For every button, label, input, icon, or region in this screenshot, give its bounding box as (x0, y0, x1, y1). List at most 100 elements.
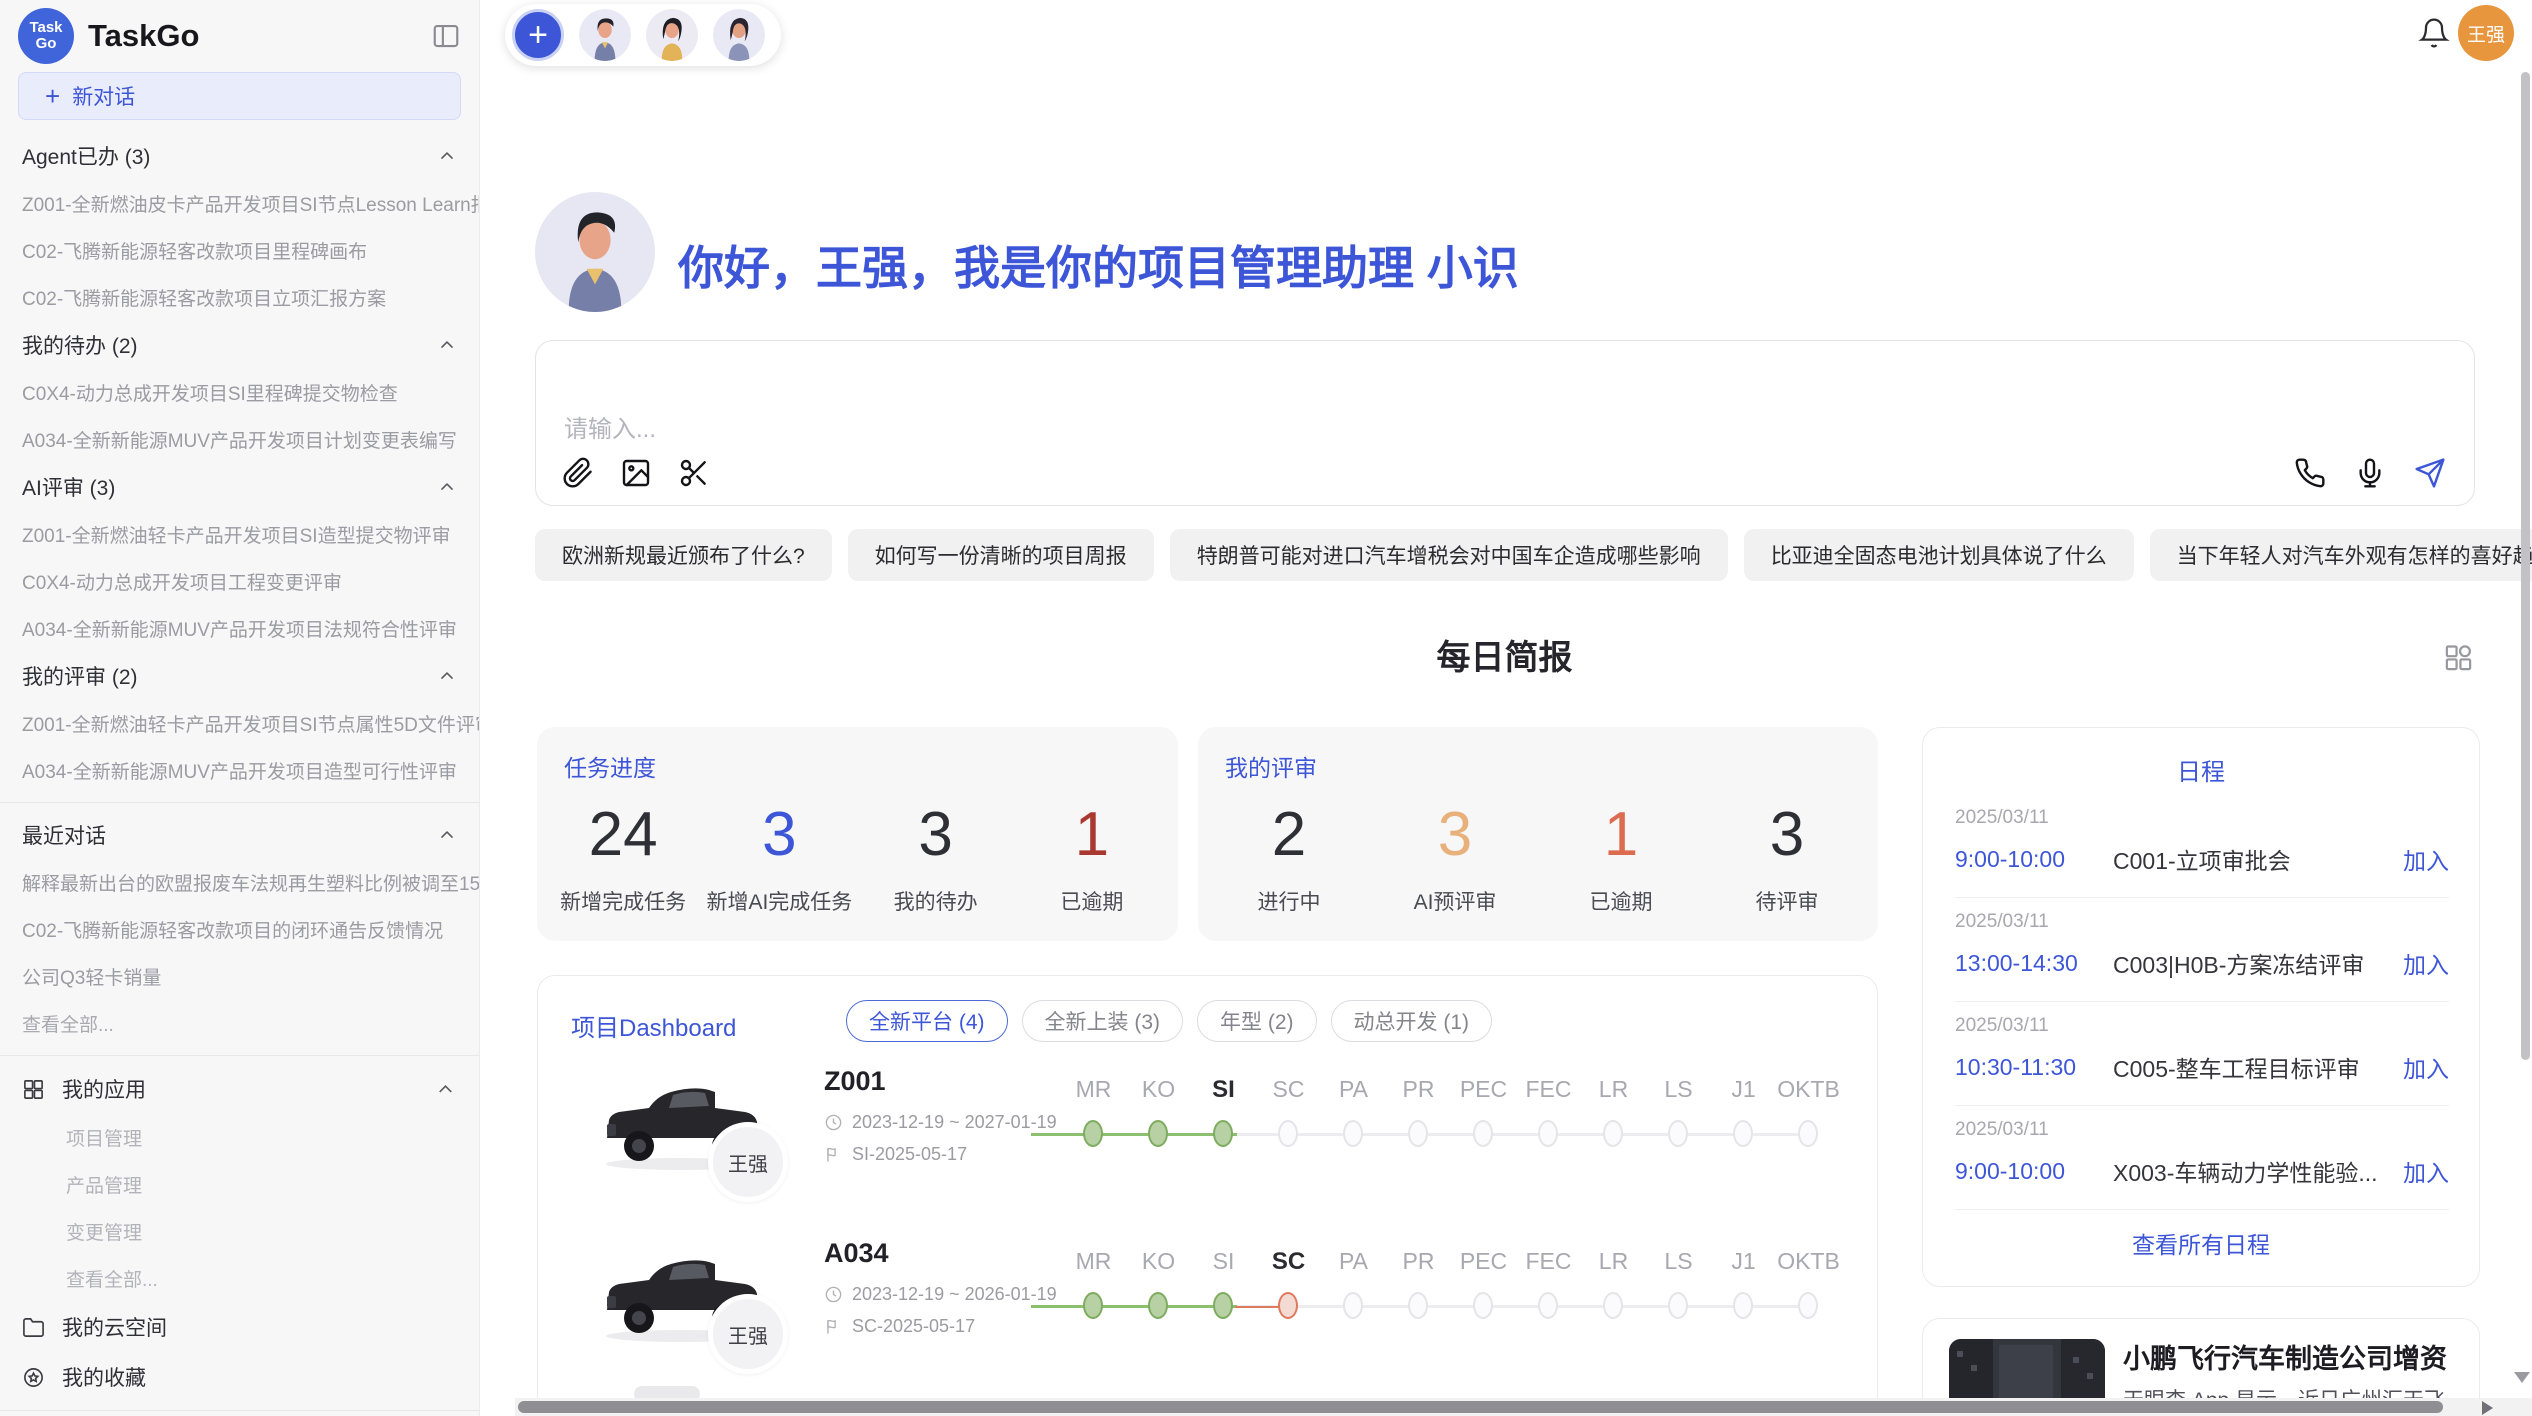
milestone-label: PR (1386, 1248, 1451, 1276)
horizontal-scrollbar-track[interactable] (515, 1398, 2532, 1416)
sidebar-item[interactable]: Z001-全新燃油轻卡产品开发项目SI造型提交物评审 (0, 511, 479, 558)
image-icon[interactable] (620, 457, 652, 489)
collapse-sidebar-icon[interactable] (431, 21, 461, 51)
stat: 3待评审 (1704, 785, 1870, 929)
chevron-up-icon (437, 477, 457, 497)
sidebar-item-cloud-space[interactable]: 我的云空间 (0, 1302, 479, 1352)
stat: 3AI预评审 (1372, 785, 1538, 929)
sidebar-item[interactable]: C02-飞腾新能源轻客改款项目的闭环通告反馈情况 (0, 906, 479, 953)
dashboard-tab[interactable]: 全新平台 (4) (846, 1000, 1008, 1042)
join-link[interactable]: 加入 (2403, 946, 2449, 980)
join-link[interactable]: 加入 (2403, 1050, 2449, 1084)
sidebar-item[interactable]: C02-飞腾新能源轻客改款项目里程碑画布 (0, 227, 479, 274)
chat-input-placeholder: 请输入... (564, 409, 656, 444)
scroll-down-arrow[interactable] (2514, 1372, 2530, 1383)
sidebar-item[interactable]: Z001-全新燃油皮卡产品开发项目SI节点Lesson Learn报告 (0, 180, 479, 227)
sidebar-item-my-apps[interactable]: 我的应用 (0, 1064, 479, 1114)
suggestion-chip[interactable]: 当下年轻人对汽车外观有怎样的喜好趋势 (2150, 529, 2532, 581)
sidebar-section-header[interactable]: 最近对话 (0, 811, 479, 859)
suggestion-chip[interactable]: 比亚迪全固态电池计划具体说了什么 (1744, 529, 2134, 581)
stat-label: 待评审 (1756, 886, 1819, 916)
stat-label: 新增AI完成任务 (706, 886, 852, 916)
main-area: + 王强 你好，王强，我是你的项目管理助理 小识 请输入... (480, 0, 2532, 1416)
schedule-date: 2025/03/11 (1955, 1119, 2449, 1141)
assistant-avatar (535, 192, 655, 312)
scroll-right-arrow[interactable] (2482, 1401, 2493, 1415)
milestone-dot (1733, 1292, 1753, 1319)
flag-icon (824, 1317, 843, 1336)
chat-input-box[interactable]: 请输入... (535, 340, 2475, 506)
schedule-date: 2025/03/11 (1955, 911, 2449, 933)
stat-label: 新增完成任务 (560, 886, 686, 916)
sidebar-item[interactable]: 公司Q3轻卡销量 (0, 953, 479, 1000)
notifications-bell-icon[interactable] (2418, 17, 2450, 49)
scissors-icon[interactable] (678, 457, 710, 489)
agent-toolbar: + (505, 4, 781, 66)
stat-value: 3 (918, 799, 952, 870)
dashboard-tab[interactable]: 全新上装 (3) (1022, 1000, 1184, 1042)
avatar-woman-illustration (713, 9, 765, 61)
sidebar-item-favorites[interactable]: 我的收藏 (0, 1352, 479, 1402)
sidebar-section-header[interactable]: AI评审 (3) (0, 463, 479, 511)
sidebar-item[interactable]: C0X4-动力总成开发项目SI里程碑提交物检查 (0, 369, 479, 416)
horizontal-scrollbar-thumb[interactable] (518, 1401, 2443, 1413)
sidebar-item[interactable]: 查看全部... (0, 1255, 479, 1302)
join-link[interactable]: 加入 (2403, 1154, 2449, 1188)
sidebar-item[interactable]: Z001-全新燃油轻卡产品开发项目SI节点属性5D文件评审 (0, 700, 479, 747)
sidebar-section-header[interactable]: 我的评审 (2) (0, 652, 479, 700)
project-name: Z001 (824, 1066, 886, 1097)
sidebar-item[interactable]: 查看全部... (0, 1000, 479, 1047)
sidebar-section-header[interactable]: Agent已办 (3) (0, 132, 479, 180)
phone-icon[interactable] (2294, 457, 2326, 489)
project-dashboard-title: 项目Dashboard (571, 1008, 736, 1043)
sidebar-item[interactable]: A034-全新新能源MUV产品开发项目法规符合性评审 (0, 605, 479, 652)
new-chat-button[interactable]: + 新对话 (18, 72, 461, 120)
milestone-label: LR (1581, 1248, 1646, 1276)
vertical-scrollbar-thumb[interactable] (2521, 72, 2530, 1060)
news-title: 小鹏飞行汽车制造公司增资 (2123, 1337, 2447, 1376)
sidebar-item[interactable]: A034-全新新能源MUV产品开发项目计划变更表编写 (0, 416, 479, 463)
attachment-icon[interactable] (562, 457, 594, 489)
milestone-dot (1343, 1292, 1363, 1319)
stat-label: AI预评审 (1414, 886, 1497, 916)
agent-avatar-3[interactable] (713, 9, 765, 61)
sidebar-section-header[interactable]: 我的待办 (2) (0, 321, 479, 369)
milestone-dot (1668, 1120, 1688, 1147)
suggestion-chip[interactable]: 如何写一份清晰的项目周报 (848, 529, 1154, 581)
stat-label: 已逾期 (1590, 886, 1653, 916)
send-icon[interactable] (2414, 457, 2446, 489)
sidebar-item[interactable]: A034-全新新能源MUV产品开发项目造型可行性评审 (0, 747, 479, 794)
clock-icon (824, 1285, 843, 1304)
layout-grid-icon[interactable] (2443, 642, 2474, 673)
view-all-schedule-link[interactable]: 查看所有日程 (1923, 1226, 2479, 1260)
milestone-dot (1538, 1120, 1558, 1147)
sidebar-item[interactable]: 产品管理 (0, 1161, 479, 1208)
sidebar-item[interactable]: C0X4-动力总成开发项目工程变更评审 (0, 558, 479, 605)
user-avatar[interactable]: 王强 (2458, 5, 2514, 61)
schedule-title: C005-整车工程目标评审 (2113, 1050, 2393, 1084)
agent-avatar-2[interactable] (646, 9, 698, 61)
sidebar-item[interactable]: 解释最新出台的欧盟报废车法规再生塑料比例被调至15%... (0, 859, 479, 906)
dashboard-tab[interactable]: 动总开发 (1) (1331, 1000, 1493, 1042)
microphone-icon[interactable] (2354, 457, 2386, 489)
sidebar-item[interactable]: C02-飞腾新能源轻客改款项目立项汇报方案 (0, 274, 479, 321)
dashboard-tab[interactable]: 年型 (2) (1197, 1000, 1317, 1042)
project-row[interactable]: 王强 Z001 2023-12-19 ~ 2027-01-19 SI-2025-… (538, 1064, 1877, 1236)
suggestion-chips: 欧洲新规最近颁布了什么? 如何写一份清晰的项目周报特朗普可能对进口汽车增税会对中国… (535, 529, 2475, 581)
suggestion-chip[interactable]: 欧洲新规最近颁布了什么? (535, 529, 832, 581)
sidebar-item[interactable]: 变更管理 (0, 1208, 479, 1255)
sidebar-item[interactable]: 项目管理 (0, 1114, 479, 1161)
milestone-label: FEC (1516, 1076, 1581, 1104)
agent-avatar-1[interactable] (579, 9, 631, 61)
milestone-label: PEC (1451, 1076, 1516, 1104)
join-link[interactable]: 加入 (2403, 842, 2449, 876)
project-row[interactable]: 王强 A034 2023-12-19 ~ 2026-01-19 SC-2025-… (538, 1236, 1877, 1408)
milestone-label: SC (1256, 1248, 1321, 1276)
suggestion-chip[interactable]: 特朗普可能对进口汽车增税会对中国车企造成哪些影响 (1170, 529, 1728, 581)
stat: 24新增完成任务 (545, 785, 701, 929)
stat: 3我的待办 (858, 785, 1014, 929)
milestone-label: SI (1191, 1076, 1256, 1104)
stat: 1已逾期 (1538, 785, 1704, 929)
divider (0, 1410, 479, 1411)
add-agent-button[interactable]: + (512, 9, 564, 61)
